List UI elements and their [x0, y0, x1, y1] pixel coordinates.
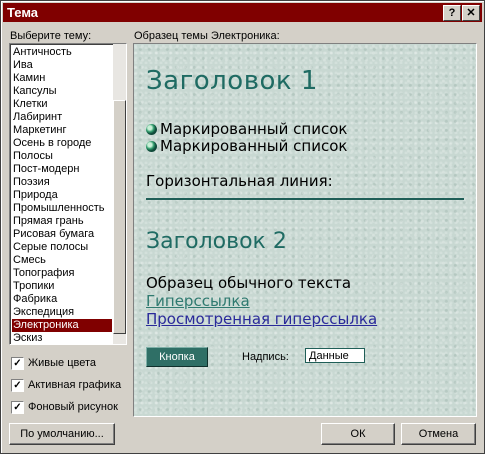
theme-list-item[interactable]: Полосы [12, 150, 112, 163]
theme-list-item[interactable]: Клетки [12, 98, 112, 111]
vivid-colors-checkbox[interactable]: ✓ [11, 357, 24, 370]
theme-list-item[interactable]: Серые полосы [12, 241, 112, 254]
bullet-text: Маркированный список [160, 120, 348, 138]
theme-list-scrollbar[interactable] [113, 44, 126, 344]
theme-list-item[interactable]: Прямая грань [12, 215, 112, 228]
theme-list-item[interactable]: Маркетинг [12, 124, 112, 137]
theme-dialog: Тема ? ✕ Выберите тему: Образец темы Эле… [0, 0, 485, 454]
preview-normal-text: Образец обычного текста [146, 274, 352, 292]
theme-list-item[interactable]: Рисовая бумага [12, 228, 112, 241]
preview-hyperlink[interactable]: Гиперссылка [146, 292, 250, 310]
theme-list-item[interactable]: Пост-модерн [12, 163, 112, 176]
theme-list-item[interactable]: Осень в городе [12, 137, 112, 150]
theme-listbox[interactable]: Античность Ива Камин Капсулы Клетки Лабиринт М… [9, 43, 127, 345]
default-button[interactable]: По умолчанию... [9, 423, 115, 445]
preview-button[interactable]: Кнопка [146, 347, 208, 367]
bullet-icon [146, 124, 157, 135]
checkmark-icon: ✓ [13, 402, 22, 413]
preview-visited-hyperlink[interactable]: Просмотренная гиперссылка [146, 310, 377, 328]
window-title: Тема [7, 5, 39, 20]
preview-text-field[interactable]: Данные [305, 348, 365, 363]
theme-list-item[interactable]: Смесь [12, 254, 112, 267]
checkmark-icon: ✓ [13, 358, 22, 369]
background-image-label[interactable]: Фоновый рисунок [28, 401, 118, 414]
active-graphics-label[interactable]: Активная графика [28, 379, 121, 392]
theme-list-item[interactable]: Экспедиция [12, 306, 112, 319]
preview-horizontal-line [146, 198, 464, 200]
preview-field-label: Надпись: [242, 351, 289, 363]
ok-button[interactable]: ОК [321, 423, 395, 445]
theme-list-items: Античность Ива Камин Капсулы Клетки Лабиринт М… [12, 46, 112, 344]
theme-list-item[interactable]: Природа [12, 189, 112, 202]
theme-list-item[interactable]: Эскиз [12, 332, 112, 344]
scrollbar-thumb[interactable] [113, 100, 126, 334]
preview-label: Образец темы Электроника: [134, 30, 280, 42]
theme-preview: Заголовок 1 Маркированный список Маркиро… [133, 43, 477, 417]
theme-list-item[interactable]: Камин [12, 72, 112, 85]
preview-hr-label: Горизонтальная линия: [146, 172, 333, 190]
vivid-colors-label[interactable]: Живые цвета [28, 357, 96, 370]
bullet-icon [146, 141, 157, 152]
theme-list-item[interactable]: Античность [12, 46, 112, 59]
theme-list-item[interactable]: Топография [12, 267, 112, 280]
theme-list-item[interactable]: Ива [12, 59, 112, 72]
cancel-button[interactable]: Отмена [401, 423, 476, 445]
theme-list-item[interactable]: Фабрика [12, 293, 112, 306]
theme-list-item[interactable]: Капсулы [12, 85, 112, 98]
theme-list-item[interactable]: Тропики [12, 280, 112, 293]
close-button[interactable]: ✕ [462, 5, 480, 21]
theme-list-item[interactable]: Электроника [12, 319, 112, 332]
preview-bullet-item: Маркированный список [146, 137, 347, 155]
theme-list-item[interactable]: Промышленность [12, 202, 112, 215]
title-bar[interactable]: Тема ? ✕ [3, 3, 482, 22]
theme-list-label: Выберите тему: [10, 30, 92, 42]
bullet-text: Маркированный список [160, 137, 348, 155]
preview-heading1: Заголовок 1 [146, 66, 318, 96]
preview-bullet-item: Маркированный список [146, 120, 347, 138]
preview-heading2: Заголовок 2 [146, 229, 287, 254]
active-graphics-checkbox[interactable]: ✓ [11, 379, 24, 392]
theme-list-item[interactable]: Лабиринт [12, 111, 112, 124]
help-button[interactable]: ? [443, 5, 461, 21]
background-image-checkbox[interactable]: ✓ [11, 401, 24, 414]
checkmark-icon: ✓ [13, 380, 22, 391]
theme-list-item[interactable]: Поэзия [12, 176, 112, 189]
